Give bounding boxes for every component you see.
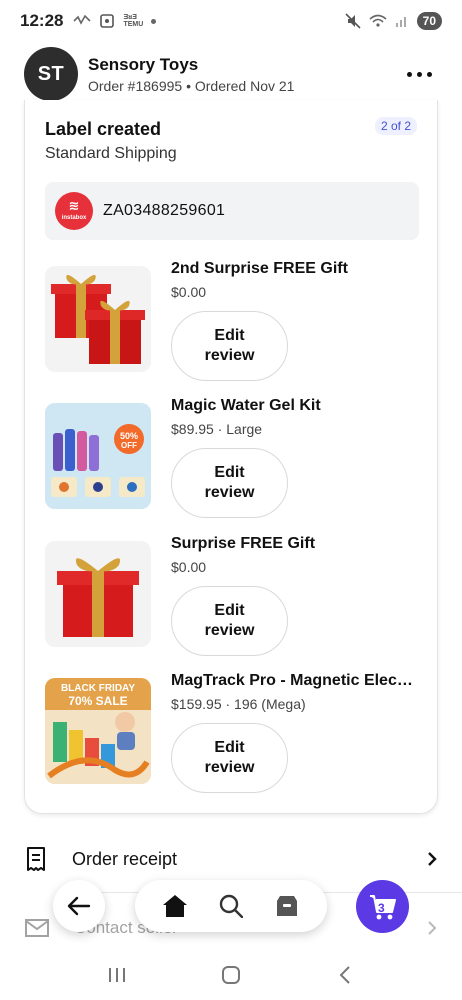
tracking-number[interactable]: ZA03488259601 xyxy=(103,202,225,220)
shipping-method: Standard Shipping xyxy=(45,145,177,162)
system-navigation-bar xyxy=(0,950,462,1000)
order-receipt-label: Order receipt xyxy=(72,848,178,869)
status-notification-icons: ƎᴚƎ TEMU xyxy=(73,13,157,29)
signal-icon xyxy=(395,17,406,27)
header-text: Sensory Toys Order #186995 • Ordered Nov… xyxy=(88,55,294,94)
chevron-right-icon xyxy=(428,921,437,935)
chevron-right-icon xyxy=(428,852,437,866)
cart-count-badge: 3 xyxy=(378,901,385,915)
shipment-card: Label created Standard Shipping 2 of 2 ≋… xyxy=(24,100,438,814)
tracking-box[interactable]: ≋ instabox ZA03488259601 xyxy=(45,182,419,240)
order-item[interactable]: 50% OFF Magic Water Gel Kit $89.95 · Lar… xyxy=(45,397,419,531)
recent-apps-button[interactable] xyxy=(97,955,137,995)
status-time: 12:28 xyxy=(20,11,64,30)
item-price-variant: $159.95 · 196 (Mega) xyxy=(171,696,306,712)
carrier-logo-text: instabox xyxy=(61,215,87,221)
temu-badge-top: ƎᴚƎ xyxy=(123,14,137,21)
carrier-mark-icon: ≋ xyxy=(68,198,80,213)
temu-badge: ƎᴚƎ TEMU xyxy=(123,14,143,28)
bottom-nav xyxy=(135,880,327,932)
item-title[interactable]: MagTrack Pro - Magnetic Elec… xyxy=(171,672,421,690)
item-title[interactable]: Magic Water Gel Kit xyxy=(171,397,421,415)
promo-banner-line2: 70% SALE xyxy=(68,694,127,708)
receipt-icon xyxy=(27,847,45,871)
nav-orders[interactable] xyxy=(267,886,307,926)
edit-review-button[interactable]: Edit review xyxy=(171,311,288,381)
back-arrow-icon xyxy=(67,896,91,916)
sale-badge-top: 50% xyxy=(120,431,138,441)
battery-indicator: 70 xyxy=(416,12,442,30)
order-item[interactable]: BLACK FRIDAY 70% SALE MagTrack Pro - Mag… xyxy=(45,672,419,806)
item-price-variant: $89.95 · Large xyxy=(171,421,263,437)
nav-home[interactable] xyxy=(155,886,195,926)
item-price: $0.00 xyxy=(171,559,207,575)
item-price: $0.00 xyxy=(171,284,207,300)
shipment-status: Label created xyxy=(45,119,162,139)
magtrack-image: BLACK FRIDAY 70% SALE xyxy=(45,678,151,784)
home-system-button[interactable] xyxy=(211,955,251,995)
recent-apps-icon xyxy=(109,968,125,982)
nav-search[interactable] xyxy=(211,886,251,926)
store-name[interactable]: Sensory Toys xyxy=(88,55,294,75)
item-thumbnail[interactable]: 50% OFF xyxy=(45,403,151,509)
gift-boxes-image xyxy=(51,274,145,364)
dot-icon xyxy=(151,18,157,24)
search-icon xyxy=(219,894,243,918)
shipment-pager-badge: 2 of 2 xyxy=(374,117,417,135)
gift-box-image xyxy=(57,558,139,637)
sale-badge-bottom: OFF xyxy=(121,441,137,450)
item-title[interactable]: Surprise FREE Gift xyxy=(171,535,421,553)
screenshot-icon xyxy=(100,14,115,28)
status-bar: 12:28 ƎᴚƎ TEMU 70 xyxy=(0,0,462,42)
back-system-button[interactable] xyxy=(325,955,365,995)
activity-icon xyxy=(73,14,92,25)
mail-icon xyxy=(25,919,49,937)
item-thumbnail[interactable] xyxy=(45,266,151,372)
order-header: ST Sensory Toys Order #186995 • Ordered … xyxy=(0,44,462,104)
back-button[interactable] xyxy=(53,880,105,932)
status-system-icons: 70 xyxy=(345,12,442,30)
more-options-button[interactable] xyxy=(401,64,438,85)
more-dot-icon xyxy=(407,71,412,77)
mute-icon xyxy=(345,13,361,29)
order-number-date: Order #186995 • Ordered Nov 21 xyxy=(88,77,295,94)
item-thumbnail[interactable]: BLACK FRIDAY 70% SALE xyxy=(45,678,151,784)
box-icon xyxy=(277,896,297,916)
shop-avatar[interactable]: ST xyxy=(24,47,78,101)
edit-review-button[interactable]: Edit review xyxy=(171,448,288,518)
order-receipt-row[interactable]: Order receipt xyxy=(0,836,462,882)
more-dot-icon xyxy=(417,71,422,77)
back-chevron-icon xyxy=(339,966,350,984)
edit-review-button[interactable]: Edit review xyxy=(171,723,288,793)
home-circle-icon xyxy=(222,966,240,984)
item-title[interactable]: 2nd Surprise FREE Gift xyxy=(171,260,421,278)
more-dot-icon xyxy=(427,71,432,77)
home-icon xyxy=(163,895,187,917)
carrier-logo: ≋ instabox xyxy=(55,192,93,230)
wifi-icon xyxy=(369,14,387,27)
gel-kit-image: 50% OFF xyxy=(45,403,151,509)
item-thumbnail[interactable] xyxy=(45,541,151,647)
order-item[interactable]: Surprise FREE Gift $0.00 Edit review xyxy=(45,535,419,669)
edit-review-button[interactable]: Edit review xyxy=(171,586,288,656)
order-item[interactable]: 2nd Surprise FREE Gift $0.00 Edit review xyxy=(45,260,419,394)
promo-banner-line1: BLACK FRIDAY xyxy=(61,683,135,694)
temu-badge-bottom: TEMU xyxy=(123,21,144,28)
cart-button[interactable]: 3 xyxy=(356,880,409,933)
